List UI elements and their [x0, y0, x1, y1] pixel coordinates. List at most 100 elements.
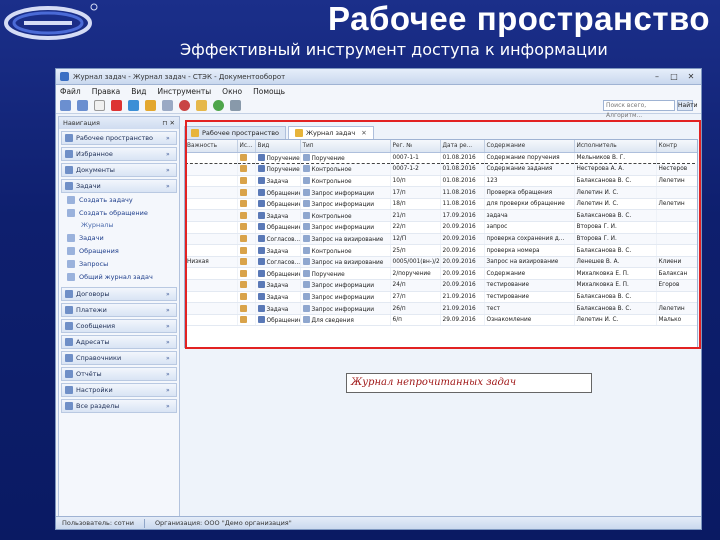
- journal-general-icon: [67, 272, 75, 281]
- navigation-header-label: Навигация: [63, 119, 100, 127]
- journal-tasks-icon: [67, 233, 75, 242]
- menu-edit[interactable]: Правка: [92, 87, 121, 96]
- link-icon[interactable]: [162, 100, 173, 111]
- title-bar: Журнал задач - Журнал задач - СТЭК - Док…: [56, 69, 701, 85]
- nav-label: Адресаты: [76, 338, 110, 346]
- nav-label: Рабочее пространство: [76, 134, 154, 142]
- nav-payments[interactable]: Платежи »: [61, 303, 177, 317]
- forward-icon[interactable]: [77, 100, 88, 111]
- expand-arrow-icon: »: [166, 134, 170, 142]
- print-icon[interactable]: [230, 100, 241, 111]
- nav-workspace[interactable]: Рабочее пространство »: [61, 131, 177, 145]
- settings-icon: [65, 386, 73, 394]
- delete-icon[interactable]: [111, 100, 122, 111]
- nav-create-request[interactable]: Создать обращение: [59, 206, 179, 219]
- refresh-icon[interactable]: [128, 100, 139, 111]
- contracts-icon: [65, 290, 73, 298]
- nav-label: Создать задачу: [79, 195, 133, 204]
- nav-reports[interactable]: Отчёты »: [61, 367, 177, 381]
- window-title: Журнал задач - Журнал задач - СТЭК - Док…: [73, 72, 286, 81]
- nav-messages[interactable]: Сообщения »: [61, 319, 177, 333]
- app-icon: [60, 72, 69, 81]
- all-sections-icon: [65, 402, 73, 410]
- highlight-caption: Журнал непрочитанных задач: [346, 373, 592, 393]
- nav-documents[interactable]: Документы »: [61, 163, 177, 177]
- nav-label: Общий журнал задач: [79, 272, 153, 281]
- send-icon[interactable]: [145, 100, 156, 111]
- status-bar: Пользователь: сотни Организация: ООО "Де…: [56, 516, 701, 529]
- create-request-icon: [67, 208, 75, 217]
- pin-close-icon[interactable]: ⊓ ✕: [162, 117, 175, 129]
- expand-arrow-icon: »: [166, 370, 170, 378]
- journals-group-label: Журналы: [81, 221, 114, 229]
- expand-arrow-icon: »: [166, 402, 170, 410]
- menu-help[interactable]: Помощь: [253, 87, 285, 96]
- menu-tools[interactable]: Инструменты: [158, 87, 212, 96]
- nav-all-sections[interactable]: Все разделы »: [61, 399, 177, 413]
- directories-icon: [65, 354, 73, 362]
- search-input[interactable]: Поиск всего, Алгоритм...: [603, 100, 675, 119]
- menu-window[interactable]: Окно: [222, 87, 242, 96]
- documents-icon: [65, 166, 73, 174]
- expand-arrow-icon: »: [166, 322, 170, 330]
- nav-label: Договоры: [76, 290, 110, 298]
- nav-contracts[interactable]: Договоры »: [61, 287, 177, 301]
- open-icon[interactable]: [196, 100, 207, 111]
- nav-label: Сообщения: [76, 322, 116, 330]
- messages-icon: [65, 322, 73, 330]
- status-organization: Организация: ООО "Демо организация": [154, 519, 292, 527]
- nav-directories[interactable]: Справочники »: [61, 351, 177, 365]
- minimize-icon[interactable]: –: [650, 71, 664, 82]
- addressees-icon: [65, 338, 73, 346]
- menu-file[interactable]: Файл: [60, 87, 81, 96]
- nav-settings[interactable]: Настройки »: [61, 383, 177, 397]
- stop-icon[interactable]: [179, 100, 190, 111]
- nav-addressees[interactable]: Адресаты »: [61, 335, 177, 349]
- nav-journal-general[interactable]: Общий журнал задач: [59, 270, 179, 283]
- nav-label: Все разделы: [76, 402, 120, 410]
- nav-label: Избранное: [76, 150, 113, 158]
- payments-icon: [65, 306, 73, 314]
- stek-logo: [4, 3, 98, 40]
- expand-arrow-icon: »: [166, 338, 170, 346]
- nav-label: Задачи: [76, 182, 101, 190]
- nav-label: Запросы: [79, 259, 109, 268]
- nav-journal-tasks[interactable]: Задачи: [59, 231, 179, 244]
- expand-arrow-icon: »: [166, 150, 170, 158]
- nav-label: Настройки: [76, 386, 113, 394]
- expand-arrow-icon: »: [166, 306, 170, 314]
- nav-journal-requests[interactable]: Обращения: [59, 244, 179, 257]
- expand-arrow-icon: »: [166, 166, 170, 174]
- nav-journal-queries[interactable]: Запросы: [59, 257, 179, 270]
- tasks-icon: [65, 182, 73, 190]
- search-button[interactable]: Найти: [677, 100, 697, 111]
- create-task-icon: [67, 195, 75, 204]
- new-icon[interactable]: [94, 100, 105, 111]
- nav-label: Задачи: [79, 233, 104, 242]
- nav-label: Справочники: [76, 354, 122, 362]
- menu-view[interactable]: Вид: [131, 87, 146, 96]
- maximize-icon[interactable]: □: [667, 71, 681, 82]
- nav-label: Обращения: [79, 246, 119, 255]
- expand-arrow-icon: »: [166, 290, 170, 298]
- journal-requests-icon: [67, 246, 75, 255]
- navigation-header: Навигация ⊓ ✕: [59, 117, 179, 129]
- slide-subtitle: Эффективный инструмент доступа к информа…: [180, 40, 608, 59]
- nav-tasks[interactable]: Задачи »: [61, 179, 177, 193]
- navigation-panel: Навигация ⊓ ✕ Рабочее пространство» Избра…: [58, 116, 180, 518]
- journal-queries-icon: [67, 259, 75, 268]
- favorites-icon: [65, 150, 73, 158]
- back-icon[interactable]: [60, 100, 71, 111]
- nav-label: Создать обращение: [79, 208, 148, 217]
- nav-favorites[interactable]: Избранное »: [61, 147, 177, 161]
- expand-arrow-icon: »: [166, 354, 170, 362]
- nav-create-task[interactable]: Создать задачу: [59, 193, 179, 206]
- status-user: Пользователь: сотни: [62, 519, 134, 527]
- approve-icon[interactable]: [213, 100, 224, 111]
- highlight-frame: [185, 120, 701, 349]
- expand-arrow-icon: »: [166, 386, 170, 394]
- close-icon[interactable]: ✕: [684, 71, 698, 82]
- nav-label: Платежи: [76, 306, 107, 314]
- workspace-icon: [65, 134, 73, 142]
- nav-label: Отчёты: [76, 370, 102, 378]
